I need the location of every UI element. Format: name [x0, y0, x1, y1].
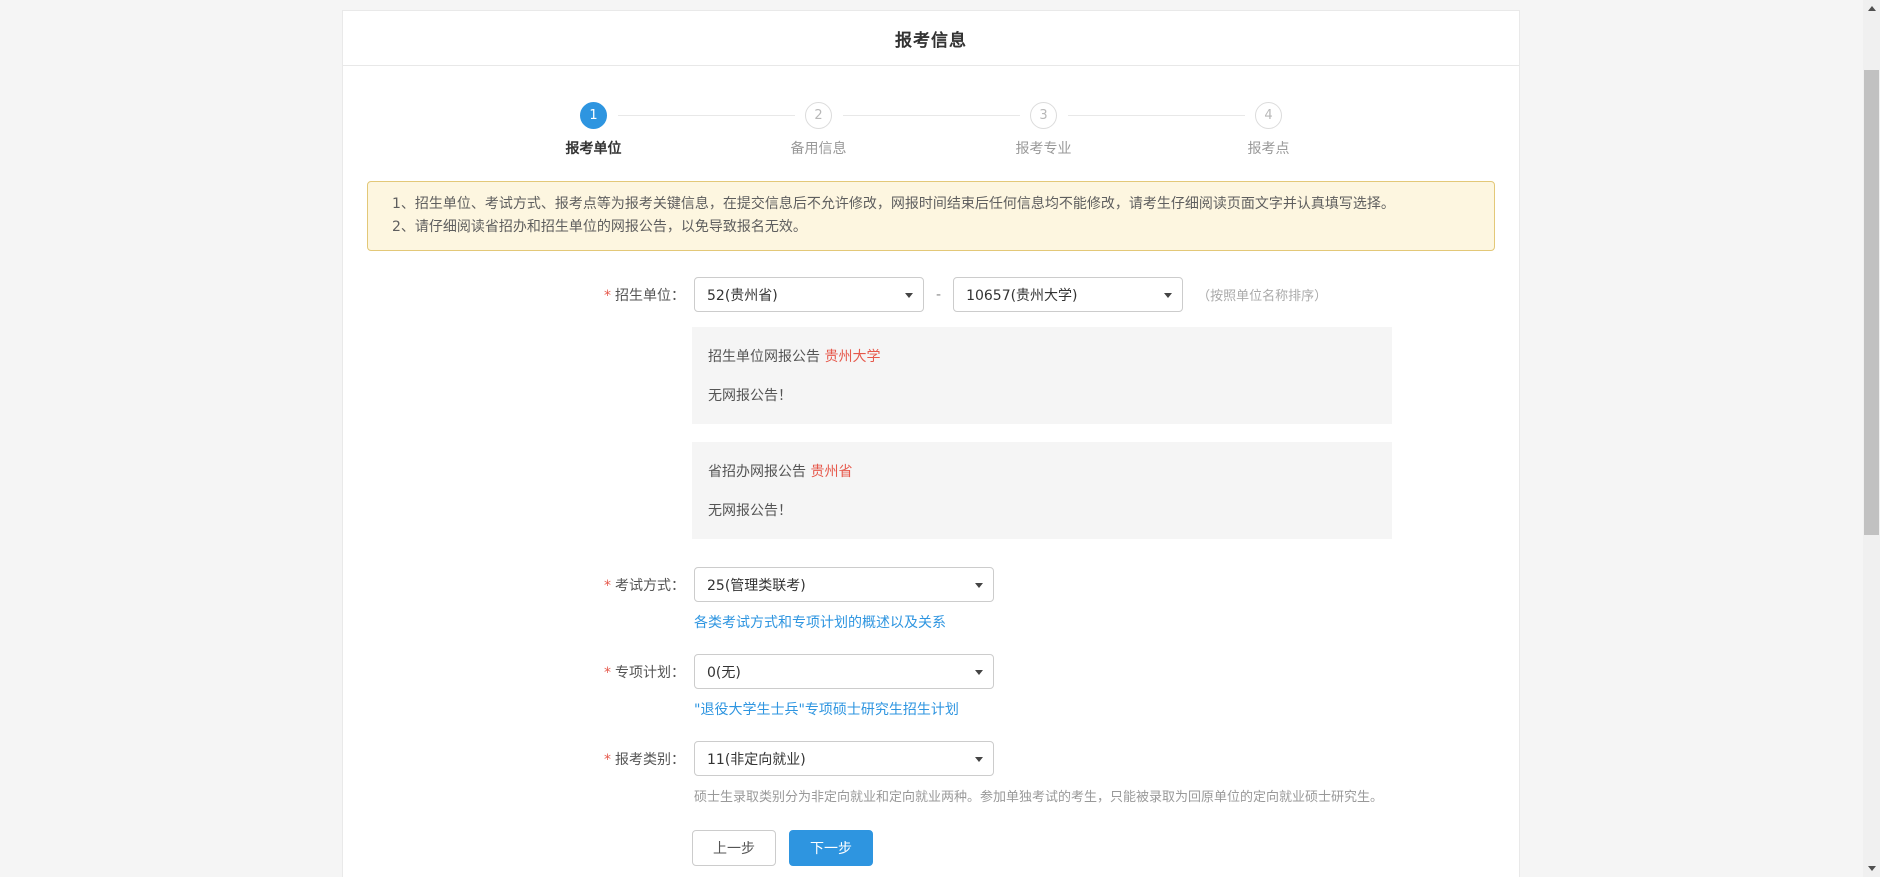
special-plan-controls: 0(无) "退役大学生士兵"专项硕士研究生招生计划	[694, 654, 994, 719]
required-asterisk: *	[604, 578, 611, 594]
notice-line-2: 2、请仔细阅读省招办和招生单位的网报公告，以免导致报名无效。	[392, 216, 1470, 239]
exam-mode-select[interactable]: 25(管理类联考)	[694, 567, 994, 602]
notice-box: 1、招生单位、考试方式、报考点等为报考关键信息，在提交信息后不允许修改，网报时间…	[367, 181, 1495, 251]
step-2-label: 备用信息	[706, 138, 931, 158]
title-bar: 报考信息	[343, 11, 1519, 66]
step-3-circle: 3	[1030, 102, 1057, 129]
step-major[interactable]: 3 报考专业	[931, 102, 1156, 158]
scrollbar-thumb[interactable]	[1864, 70, 1879, 535]
page-title: 报考信息	[895, 26, 967, 51]
category-note: 硕士生录取类别分为非定向就业和定向就业两种。参加单独考试的考生，只能被录取为回原…	[694, 786, 1383, 805]
admission-unit-label: *招生单位：	[343, 277, 685, 305]
prev-step-button[interactable]: 上一步	[692, 830, 776, 866]
step-1-label: 报考单位	[481, 138, 706, 158]
step-4-circle: 4	[1255, 102, 1282, 129]
step-admission-unit[interactable]: 1 报考单位	[481, 102, 706, 158]
required-asterisk: *	[604, 752, 611, 768]
dropdown-arrow-icon	[975, 583, 983, 588]
category-label: *报考类别：	[343, 741, 685, 769]
exam-mode-help-link[interactable]: 各类考试方式和专项计划的概述以及关系	[694, 612, 994, 632]
dropdown-arrow-icon	[975, 757, 983, 762]
application-form: *招生单位： 52(贵州省) - 10657(贵州大学) （按照单位名称排序）	[343, 277, 1519, 866]
application-form-card: 报考信息 1 报考单位 2 备用信息 3 报考专业 4 报考点 1、招生单位、考…	[342, 10, 1520, 877]
special-plan-select[interactable]: 0(无)	[694, 654, 994, 689]
category-select[interactable]: 11(非定向就业)	[694, 741, 994, 776]
unit-notice-body: 无网报公告！	[708, 385, 1376, 405]
step-1-circle: 1	[580, 102, 607, 129]
special-plan-help-link[interactable]: "退役大学生士兵"专项硕士研究生招生计划	[694, 699, 994, 719]
special-plan-row: *专项计划： 0(无) "退役大学生士兵"专项硕士研究生招生计划	[343, 654, 1519, 719]
category-row: *报考类别： 11(非定向就业) 硕士生录取类别分为非定向就业和定向就业两种。参…	[343, 741, 1519, 805]
special-plan-select-value: 0(无)	[707, 662, 741, 682]
unit-notice-title-line: 招生单位网报公告 贵州大学	[708, 346, 1376, 366]
scroll-up-button[interactable]	[1863, 0, 1880, 17]
notice-line-1: 1、招生单位、考试方式、报考点等为报考关键信息，在提交信息后不允许修改，网报时间…	[392, 193, 1470, 216]
exam-mode-row: *考试方式： 25(管理类联考) 各类考试方式和专项计划的概述以及关系	[343, 567, 1519, 632]
step-backup-info[interactable]: 2 备用信息	[706, 102, 931, 158]
admission-unit-controls: 52(贵州省) - 10657(贵州大学) （按照单位名称排序）	[694, 277, 1327, 312]
scroll-down-button[interactable]	[1863, 860, 1880, 877]
step-2-circle: 2	[805, 102, 832, 129]
province-notice-title-line: 省招办网报公告 贵州省	[708, 461, 1376, 481]
unit-notice-title: 招生单位网报公告	[708, 349, 820, 365]
page-background: 报考信息 1 报考单位 2 备用信息 3 报考专业 4 报考点 1、招生单位、考…	[0, 0, 1880, 877]
select-separator: -	[936, 287, 941, 303]
stepper: 1 报考单位 2 备用信息 3 报考专业 4 报考点	[343, 66, 1519, 158]
dropdown-arrow-icon	[905, 293, 913, 298]
province-notice-name: 贵州省	[810, 464, 852, 480]
unit-notice-box: 招生单位网报公告 贵州大学 无网报公告！	[692, 327, 1392, 424]
step-exam-site[interactable]: 4 报考点	[1156, 102, 1381, 158]
exam-mode-label: *考试方式：	[343, 567, 685, 595]
dropdown-arrow-icon	[1164, 293, 1172, 298]
school-select[interactable]: 10657(贵州大学)	[953, 277, 1183, 312]
category-controls: 11(非定向就业) 硕士生录取类别分为非定向就业和定向就业两种。参加单独考试的考…	[694, 741, 1383, 805]
vertical-scrollbar[interactable]	[1863, 0, 1880, 877]
unit-notice-name: 贵州大学	[824, 349, 880, 365]
exam-mode-controls: 25(管理类联考) 各类考试方式和专项计划的概述以及关系	[694, 567, 994, 632]
step-4-label: 报考点	[1156, 138, 1381, 158]
admission-unit-row: *招生单位： 52(贵州省) - 10657(贵州大学) （按照单位名称排序）	[343, 277, 1519, 312]
step-3-label: 报考专业	[931, 138, 1156, 158]
scroll-down-icon	[1868, 866, 1876, 871]
dropdown-arrow-icon	[975, 670, 983, 675]
required-asterisk: *	[604, 288, 611, 304]
province-select-value: 52(贵州省)	[707, 285, 778, 305]
province-notice-title: 省招办网报公告	[708, 464, 806, 480]
province-notice-box: 省招办网报公告 贵州省 无网报公告！	[692, 442, 1392, 539]
scroll-up-icon	[1868, 6, 1876, 11]
exam-mode-select-value: 25(管理类联考)	[707, 575, 806, 595]
button-row: 上一步 下一步	[692, 830, 1519, 866]
next-step-button[interactable]: 下一步	[789, 830, 873, 866]
sort-hint: （按照单位名称排序）	[1197, 285, 1327, 304]
province-notice-body: 无网报公告！	[708, 500, 1376, 520]
special-plan-label: *专项计划：	[343, 654, 685, 682]
category-select-value: 11(非定向就业)	[707, 749, 806, 769]
province-select[interactable]: 52(贵州省)	[694, 277, 924, 312]
school-select-value: 10657(贵州大学)	[966, 285, 1077, 305]
required-asterisk: *	[604, 665, 611, 681]
